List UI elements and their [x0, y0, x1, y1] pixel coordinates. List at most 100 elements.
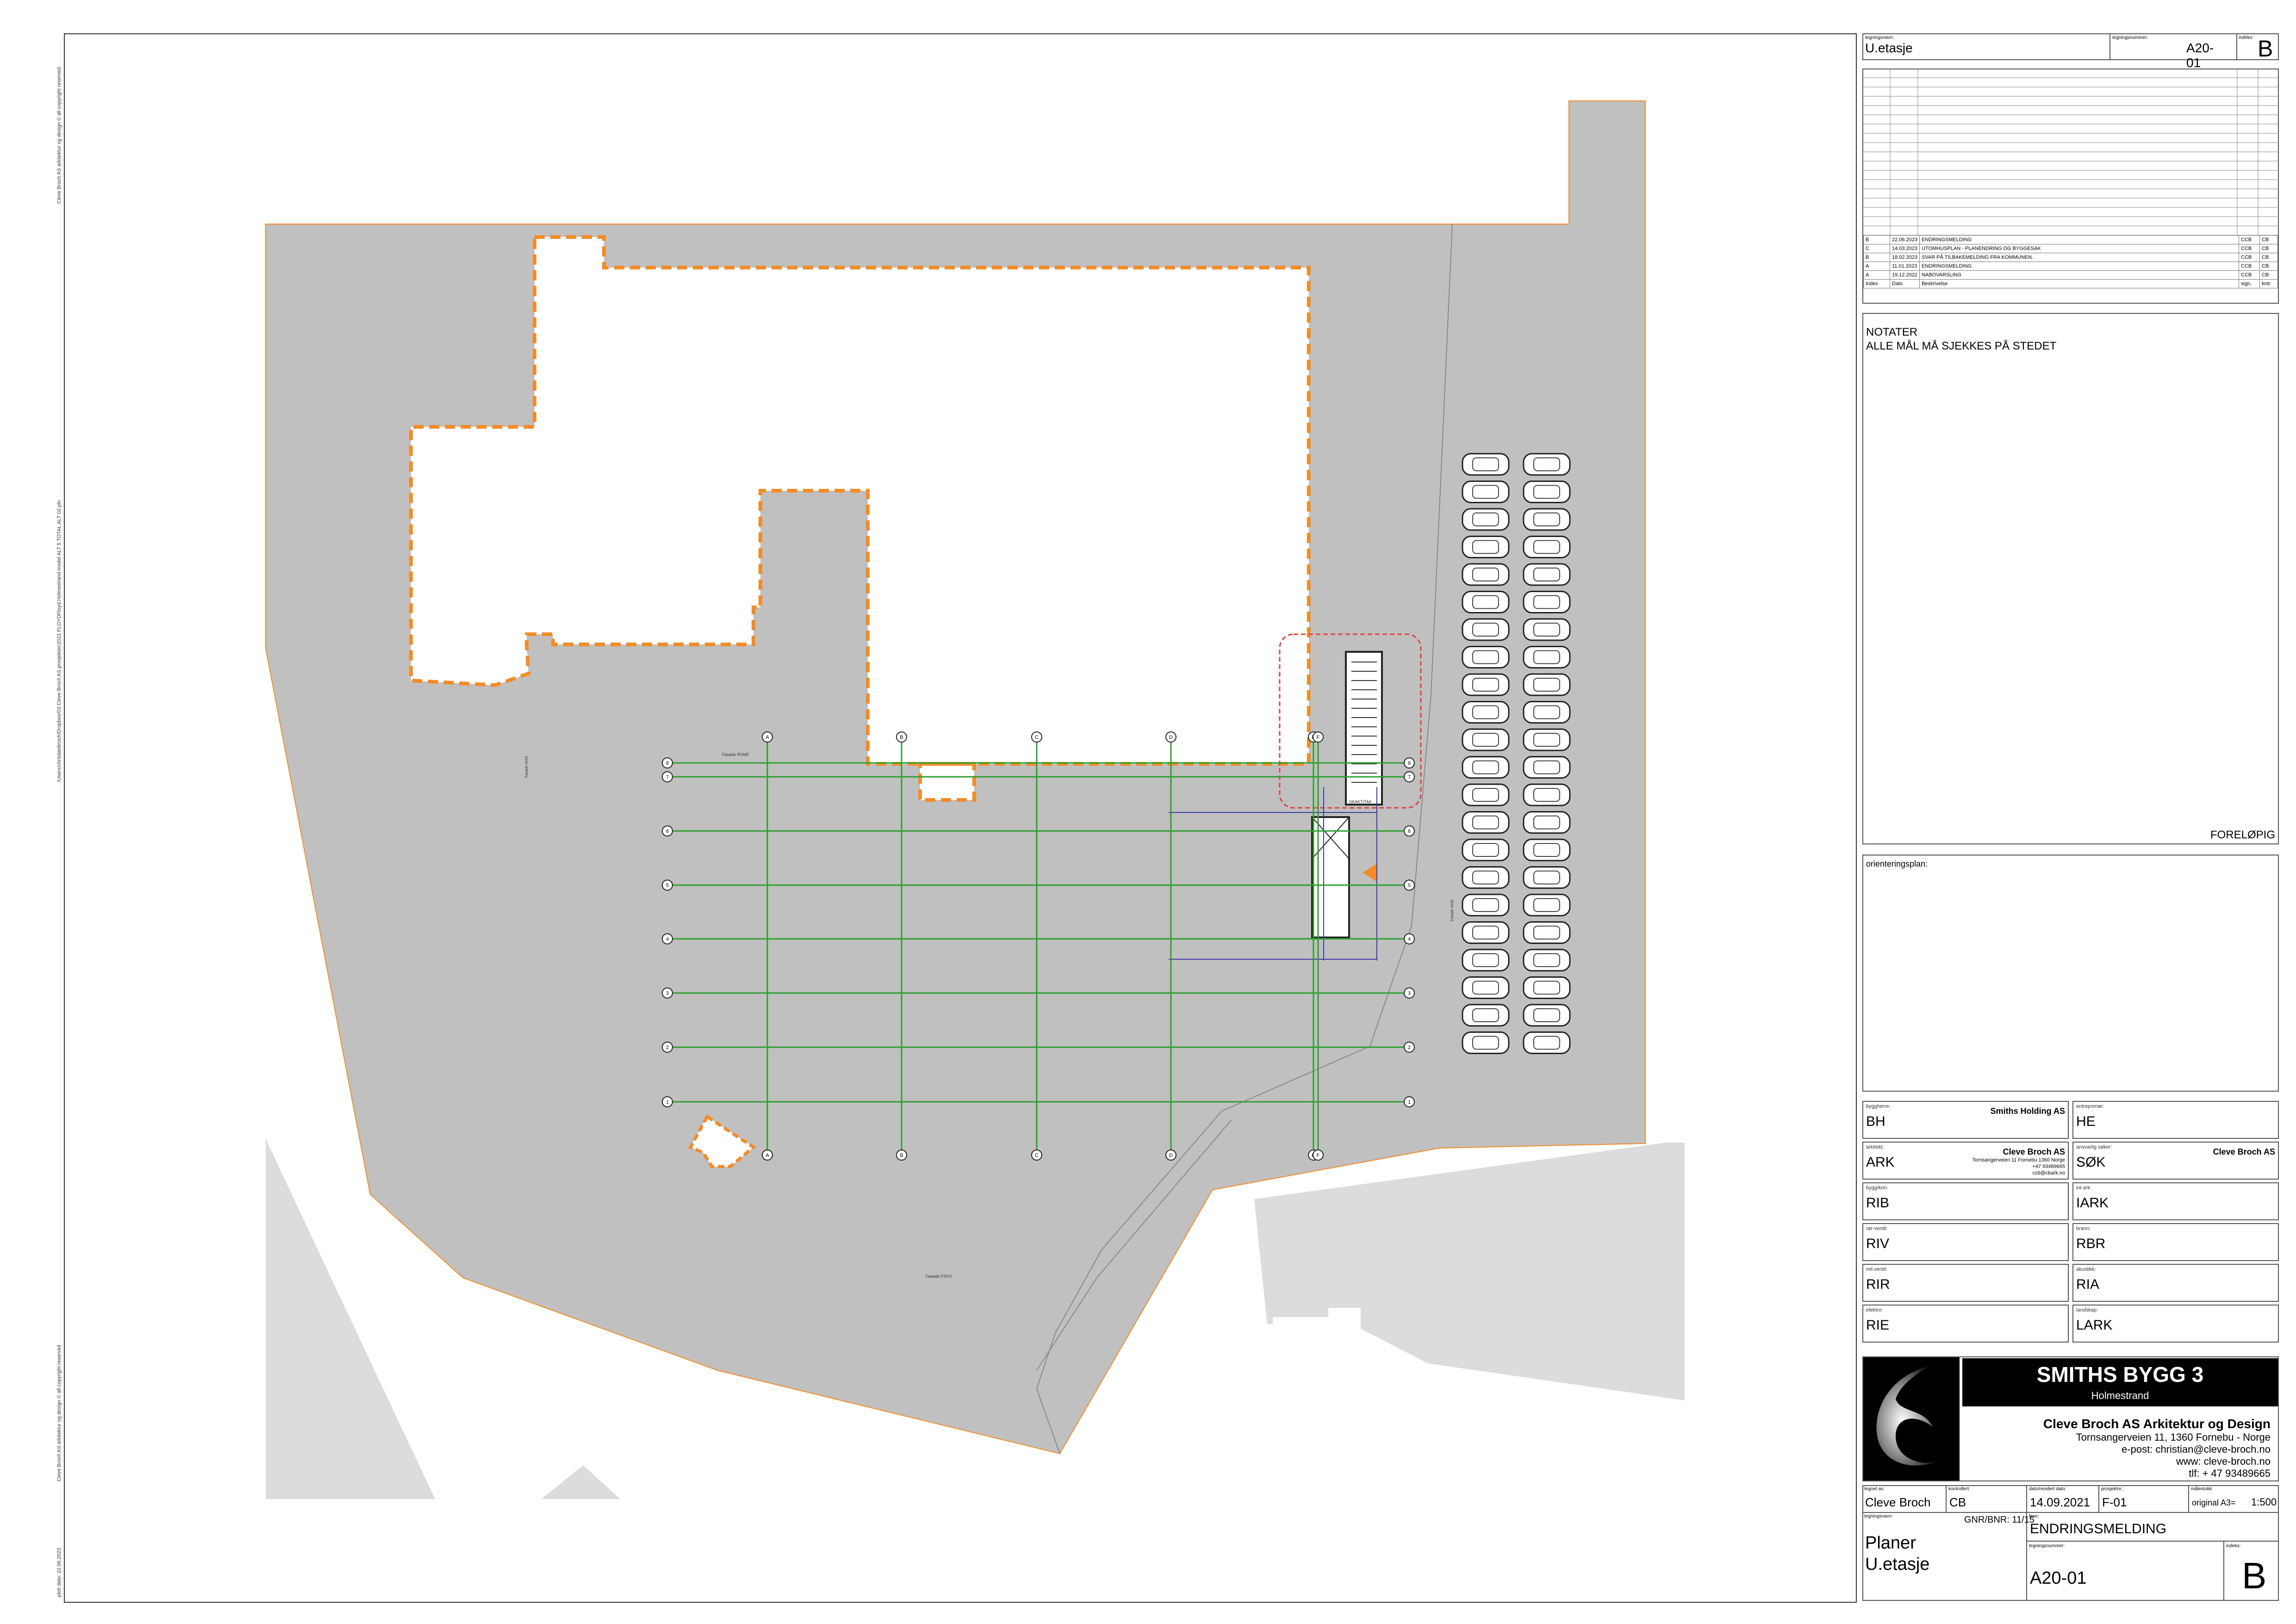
party-code: SØK [2076, 1155, 2106, 1170]
party-code: RIV [1866, 1236, 1890, 1251]
parking-car [1462, 1004, 1510, 1027]
parking-car [1523, 508, 1571, 531]
parking-car [1523, 536, 1571, 558]
parking-car [1462, 1031, 1510, 1054]
grid-row-label: 7 [666, 775, 669, 780]
grid-row-label: 5 [666, 883, 669, 888]
revision-cell-sign: CCB [2239, 253, 2260, 262]
notes-box: NOTATER ALLE MÅL MÅ SJEKKES PÅ STEDET FO… [1862, 313, 2279, 844]
parking-car [1523, 921, 1571, 944]
parking-car [1462, 756, 1510, 779]
neighbour-building [1254, 1143, 1685, 1400]
parking-car [1462, 811, 1510, 834]
copyright-note-bottom: Cleve Broch AS arkitektur og design © al… [56, 1345, 62, 1481]
revision-row: A 11.01.2023 ENDRINGSMELDING CCB CB [1863, 262, 2278, 271]
header-number: A20-01 [2186, 41, 2214, 70]
marker-3: Fasade 4103 [524, 756, 529, 778]
revision-cell-desc: ENDRINGSMELDING [1919, 235, 2239, 244]
project-location: Holmestrand [2091, 1390, 2149, 1401]
parking-car [1523, 811, 1571, 834]
company-logo [1863, 1357, 1960, 1480]
revision-cell-desc: ENDRINGSMELDING [1919, 262, 2239, 271]
grid-row-label: 6 [1408, 829, 1411, 834]
revision-table: B 22.06.2023 ENDRINGSMELDING CCB CB C 14.03.20… [1863, 235, 2278, 288]
party-cell-søk: ansvarlig søker: SØK Cleve Broch AS [2072, 1142, 2279, 1180]
revision-cell-sign: CCB [2239, 244, 2260, 253]
party-label: ansvarlig søker: [2076, 1144, 2112, 1150]
party-cell-ark: arkitekt: ARK Cleve Broch AS Tornsangerveie… [1862, 1142, 2069, 1180]
parking-car [1523, 756, 1571, 779]
scale-format: original A3= [2192, 1498, 2236, 1507]
gnr-bnr: GNR/BNR: 11/15 [1964, 1515, 2035, 1525]
parking-car [1462, 893, 1510, 917]
party-label: elektro: [1866, 1307, 1883, 1313]
parking-car [1523, 618, 1571, 641]
status-label: FORELØPIG [2210, 829, 2275, 841]
project-title-banner: SMITHS BYGG 3 Holmestrand [1962, 1358, 2278, 1406]
neighbour-plot-bottom [541, 1465, 620, 1499]
project-title: SMITHS BYGG 3 [2036, 1362, 2204, 1387]
grid-col-label: B [900, 735, 903, 740]
revision-cell-sign: sign. [2239, 279, 2260, 288]
grid-col-label: D [1169, 1153, 1173, 1158]
party-name: Smiths Holding AS [1990, 1106, 2065, 1116]
file-path-note: /Users/christianbroch/Dropbox/03 Cleve B… [56, 500, 62, 782]
parking-car [1523, 976, 1571, 999]
party-code: RBR [2076, 1236, 2106, 1251]
marker-1: Fasade ROMF [722, 752, 750, 757]
revision-cell-ktrl: CB [2259, 262, 2278, 271]
party-cell-rib: bygg/kon: RIB [1862, 1182, 2069, 1220]
parking-car [1462, 618, 1510, 641]
revision-cell-desc: NABOVARSLING [1919, 270, 2239, 280]
orientation-label: orienteringsplan: [1866, 859, 1928, 868]
party-label: entreprenør: [2076, 1104, 2104, 1109]
revision-cell-index: B [1863, 235, 1890, 244]
project-no-label: prosjektnr.: [2101, 1487, 2124, 1492]
party-label: akustikk: [2076, 1267, 2096, 1272]
party-cell-rbr: brann: RBR [2072, 1223, 2279, 1261]
party-address: ccb@cbark.no [2032, 1170, 2065, 1176]
grid-row-label: 3 [1408, 991, 1411, 996]
revision-cell-ktrl: kntr. [2259, 279, 2278, 288]
party-cell-riv: rør-ventil: RIV [1862, 1223, 2069, 1261]
marker-4: Fasade 4100 [1450, 899, 1454, 921]
parking-car [1462, 673, 1510, 696]
grid-row-label: 5 [1408, 883, 1411, 888]
company-email: e-post: christian@cleve-broch.no [2122, 1443, 2271, 1455]
revision-cell-ktrl: CB [2259, 253, 2278, 262]
party-cell-lark: landskap: LARK [2072, 1305, 2279, 1343]
party-label: landskap: [2076, 1307, 2098, 1313]
grid-col-label: D [1169, 735, 1173, 740]
grid-col-label: B [900, 1153, 903, 1158]
parking-car [1523, 1004, 1571, 1027]
party-label: byggherre: [1866, 1104, 1891, 1109]
footer-number-label: tegningsnummer: [2029, 1543, 2065, 1549]
parking-car [1462, 728, 1510, 751]
scale-value: 1:500 [2251, 1496, 2277, 1508]
revision-cell-ktrl: CB [2259, 270, 2278, 280]
parking-car [1523, 783, 1571, 806]
revision-row: C 14.03.2023 UTOMHUSPLAN - PLANENDRING OG … [1863, 244, 2278, 253]
grid-col-label: F [1317, 1153, 1320, 1158]
drawing-title-line1: Planer [1865, 1533, 1916, 1553]
grid-row-label: 8 [666, 761, 669, 766]
grid-row-label: 7 [1408, 775, 1411, 780]
revision-row: A 19.12.2022 NABOVARSLING CCB CB [1863, 270, 2278, 280]
phase-value: ENDRINGSMELDING [2030, 1521, 2167, 1537]
revision-cell-ktrl: CB [2259, 235, 2278, 244]
marker-2: Fasade FSFO [926, 1274, 952, 1279]
party-label: brann: [2076, 1226, 2091, 1231]
footer-index: B [2242, 1555, 2267, 1596]
revision-cell-sign: CCB [2239, 270, 2260, 280]
fill-label: SKAKT/TAK [1349, 800, 1372, 804]
grid-row-label: 2 [666, 1045, 669, 1050]
parking-car [1523, 453, 1571, 476]
revision-cell-ktrl: CB [2259, 244, 2278, 253]
revision-cell-desc: SVAR PÅ TILBAKEMELDING FRA KOMMUNEN. [1919, 253, 2239, 262]
grid-row-label: 4 [666, 937, 669, 942]
party-label: mil.ventil: [1866, 1267, 1887, 1272]
party-code: RIR [1866, 1277, 1890, 1292]
parking-car [1462, 481, 1510, 503]
revision-cell-index: A [1863, 262, 1890, 271]
party-code: RIA [2076, 1277, 2100, 1292]
